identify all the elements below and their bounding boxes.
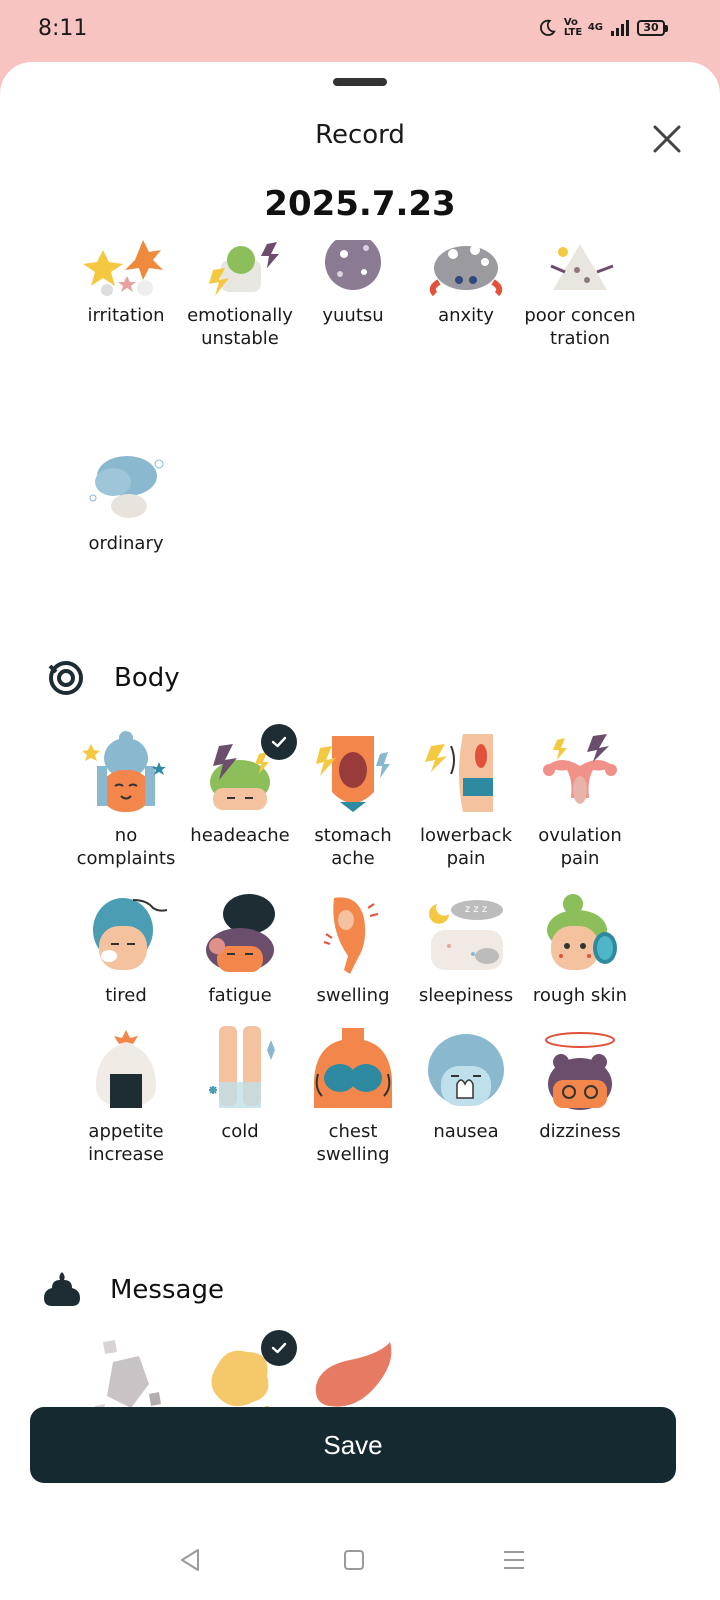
emotionally-unstable-icon xyxy=(197,240,283,296)
body-item-tired[interactable]: tired xyxy=(67,890,185,1007)
item-label: tired xyxy=(105,985,147,1006)
section-title: Message xyxy=(110,1275,224,1305)
item-label: cold xyxy=(221,1121,259,1142)
body-spiral-icon xyxy=(48,661,83,695)
sheet-title: Record xyxy=(315,120,405,150)
volte-indicator: Vo LTE xyxy=(563,17,583,38)
body-item-fatigue[interactable]: fatigue xyxy=(181,890,299,1007)
appetite-increase-icon xyxy=(83,1026,169,1112)
signal-icon xyxy=(611,20,629,36)
item-label: yuutsu xyxy=(322,305,384,326)
yuutsu-icon xyxy=(310,240,396,296)
item-label: fatigue xyxy=(208,985,272,1006)
body-item-sleepiness[interactable]: z z z sleepiness xyxy=(407,890,525,1007)
item-label: chest swelling xyxy=(316,1121,390,1165)
message-item-constipate[interactable]: constipate xyxy=(67,1336,185,1415)
item-label: poor concen tration xyxy=(524,305,636,349)
close-icon[interactable] xyxy=(650,122,684,156)
lowerback-pain-icon xyxy=(423,730,509,816)
diarrhea-icon xyxy=(197,1330,297,1415)
body-item-rough-skin[interactable]: rough skin xyxy=(521,890,639,1007)
item-label: ordinary xyxy=(88,533,164,554)
home-nav-icon[interactable] xyxy=(340,1546,368,1574)
item-label: appetite increase xyxy=(88,1121,164,1165)
svg-text:z z z: z z z xyxy=(465,904,487,915)
selected-check-icon xyxy=(261,1330,297,1366)
item-label: emotionally unstable xyxy=(187,305,293,349)
tired-icon xyxy=(83,890,169,976)
no-complaints-icon xyxy=(82,730,169,816)
network-type: 4G xyxy=(587,22,603,33)
body-item-ovulation-pain[interactable]: ovulation pain xyxy=(521,730,639,870)
body-item-cold[interactable]: cold xyxy=(181,1026,299,1143)
sleepiness-icon: z z z xyxy=(423,890,509,976)
body-item-dizziness[interactable]: dizziness xyxy=(521,1026,639,1143)
nausea-icon xyxy=(423,1026,509,1112)
body-item-lowerback-pain[interactable]: lowerback pain xyxy=(407,730,525,870)
battery-level: 30 xyxy=(637,20,665,36)
headache-icon xyxy=(197,724,297,816)
body-item-swelling[interactable]: swelling xyxy=(294,890,412,1007)
date-title: 2025.7.23 xyxy=(264,184,456,224)
body-section-header: Body xyxy=(46,658,180,698)
drag-handle[interactable] xyxy=(333,78,387,86)
symptom-scroll-area[interactable]: irritation emotionally unstable yuutsu an… xyxy=(0,240,720,1415)
status-icons: Vo LTE 4G 30 xyxy=(538,18,668,38)
selected-check-icon xyxy=(261,724,297,760)
stomach-ache-icon xyxy=(310,730,396,816)
ordinary-icon xyxy=(83,438,169,524)
mood-item-irritation[interactable]: irritation xyxy=(67,240,185,327)
ovulation-pain-icon xyxy=(537,730,623,816)
rough-skin-icon xyxy=(537,890,623,976)
mood-item-poor-concentration[interactable]: poor concen tration xyxy=(521,240,639,350)
chest-swelling-icon xyxy=(310,1026,396,1112)
cold-icon xyxy=(197,1026,283,1112)
message-item-diarrhea[interactable]: diarrhea xyxy=(181,1330,299,1415)
constipate-icon xyxy=(83,1336,169,1415)
record-sheet: Record 2025.7.23 irritation emotionally u… xyxy=(0,62,720,1600)
anxiety-icon xyxy=(423,240,509,297)
body-item-nausea[interactable]: nausea xyxy=(407,1026,525,1143)
item-label: headeache xyxy=(190,825,290,846)
body-item-headeache[interactable]: headeache xyxy=(181,724,299,847)
mood-item-emotionally-unstable[interactable]: emotionally unstable xyxy=(181,240,299,350)
item-label: rough skin xyxy=(532,985,628,1006)
message-section-header: Message xyxy=(42,1270,224,1310)
mood-item-anxiety[interactable]: anxity xyxy=(407,240,525,327)
express-icon xyxy=(310,1336,396,1415)
navigation-bar xyxy=(0,1520,720,1600)
status-bar: 8:11 Vo LTE 4G 30 xyxy=(0,0,720,62)
poop-icon xyxy=(44,1272,80,1306)
mood-item-ordinary[interactable]: ordinary xyxy=(67,438,185,555)
item-label: sleepiness xyxy=(418,985,514,1006)
section-title: Body xyxy=(114,663,180,693)
item-label: swelling xyxy=(316,985,390,1006)
battery-icon: 30 xyxy=(637,20,668,36)
item-label: no complaints xyxy=(76,825,176,869)
dizziness-icon xyxy=(537,1026,623,1112)
mood-item-yuutsu[interactable]: yuutsu xyxy=(294,240,412,327)
irritation-icon xyxy=(83,240,169,296)
item-label: anxity xyxy=(438,305,494,326)
item-label: stomach ache xyxy=(314,825,392,869)
poor-concentration-icon xyxy=(537,240,623,296)
body-item-chest-swelling[interactable]: chest swelling xyxy=(294,1026,412,1166)
item-label: lowerback pain xyxy=(420,825,512,869)
item-label: nausea xyxy=(433,1121,499,1142)
save-button[interactable]: Save xyxy=(30,1407,676,1483)
status-time: 8:11 xyxy=(38,16,88,41)
menu-nav-icon[interactable] xyxy=(500,1546,528,1574)
moon-icon xyxy=(539,19,556,36)
message-item-express[interactable]: express xyxy=(294,1336,412,1415)
item-label: dizziness xyxy=(539,1121,621,1142)
fatigue-icon xyxy=(197,890,283,976)
body-item-stomach-ache[interactable]: stomach ache xyxy=(294,730,412,870)
body-item-appetite-increase[interactable]: appetite increase xyxy=(67,1026,185,1166)
body-item-no-complaints[interactable]: no complaints xyxy=(67,730,185,870)
item-label: ovulation pain xyxy=(538,825,622,869)
back-nav-icon[interactable] xyxy=(176,1546,204,1574)
swelling-icon xyxy=(310,890,396,976)
item-label: irritation xyxy=(87,305,165,326)
